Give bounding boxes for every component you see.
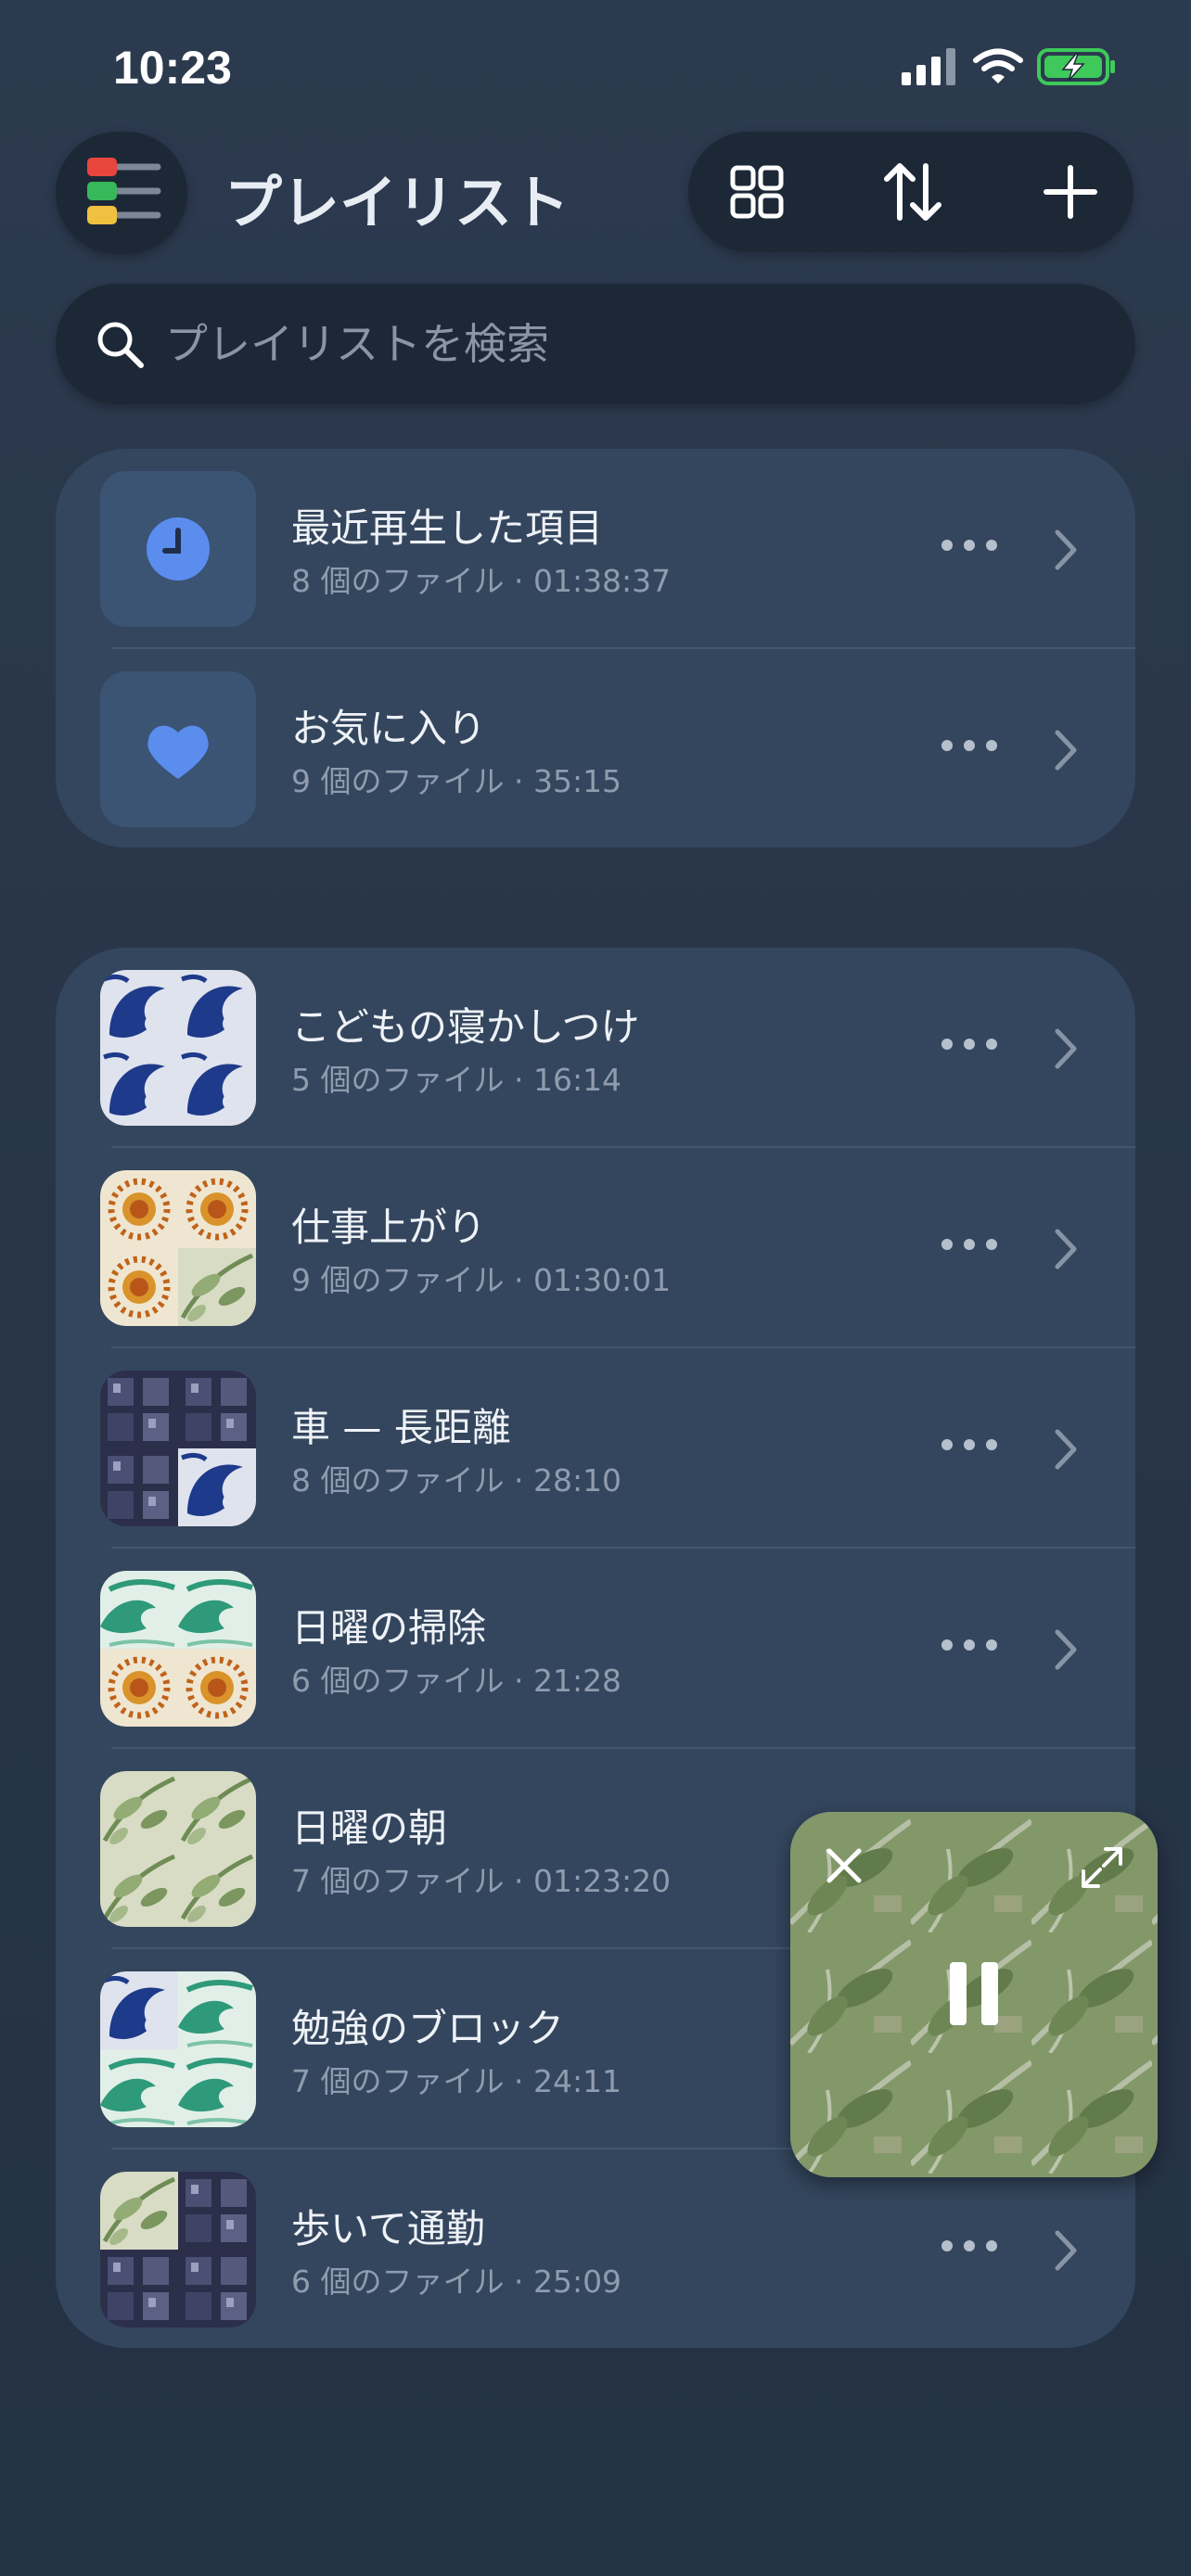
battery-charging-icon [1037, 48, 1115, 85]
list-item[interactable]: 車 — 長距離 8 個のファイル · 28:10 [56, 1348, 1135, 1549]
chevron-right-icon [1055, 529, 1077, 570]
status-bar: 10:23 [0, 0, 1191, 139]
playlist-thumbnail [100, 1771, 256, 1927]
playlist-title: 仕事上がり [291, 1205, 487, 1250]
add-icon[interactable] [1033, 155, 1108, 229]
playlist-menu-icon [87, 158, 161, 224]
chevron-right-icon [1055, 730, 1077, 771]
page-title: プレイリスト [224, 169, 570, 236]
list-item[interactable]: 仕事上がり 9 個のファイル · 01:30:01 [56, 1148, 1135, 1348]
search-input[interactable] [165, 312, 1074, 376]
expand-icon[interactable] [1074, 1840, 1130, 1895]
playlist-title: 最近再生した項目 [291, 505, 604, 551]
playlist-title: 勉強のブロック [291, 2006, 565, 2051]
playlist-thumbnail [100, 970, 256, 1126]
playlist-menu-button[interactable] [56, 132, 187, 254]
more-options-icon[interactable] [932, 1026, 1006, 1063]
playlist-subtitle: 6 個のファイル · 21:28 [291, 1663, 622, 1699]
more-options-icon[interactable] [932, 1426, 1006, 1463]
playlist-title: 歩いて通勤 [291, 2206, 485, 2251]
playlist-title: 車 — 長距離 [291, 1405, 511, 1450]
list-item[interactable]: こどもの寝かしつけ 5 個のファイル · 16:14 [56, 948, 1135, 1148]
chevron-right-icon [1055, 1629, 1077, 1670]
playlist-thumbnail [100, 1170, 256, 1326]
playlist-title: 日曜の朝 [291, 1805, 448, 1851]
playlist-subtitle: 8 個のファイル · 28:10 [291, 1462, 622, 1498]
playlist-title: 日曜の掃除 [291, 1605, 487, 1651]
special-playlists-card: 最近再生した項目 8 個のファイル · 01:38:37 お気に入り 9 個のフ… [56, 449, 1135, 848]
search-icon [97, 322, 144, 368]
playlist-subtitle: 7 個のファイル · 24:11 [291, 2063, 622, 2099]
playlist-title: お気に入り [291, 706, 487, 751]
playlist-subtitle: 6 個のファイル · 25:09 [291, 2264, 622, 2300]
heart-icon [147, 725, 209, 779]
playlist-subtitle: 5 個のファイル · 16:14 [291, 1062, 622, 1098]
playlist-subtitle: 9 個のファイル · 01:30:01 [291, 1262, 672, 1298]
chevron-right-icon [1055, 1429, 1077, 1470]
more-options-icon[interactable] [932, 2227, 1006, 2264]
playlist-subtitle: 9 個のファイル · 35:15 [291, 763, 622, 799]
playlist-thumbnail [100, 1971, 256, 2127]
cellular-signal-icon [902, 48, 955, 85]
chevron-right-icon [1055, 1229, 1077, 1269]
list-item-recent[interactable]: 最近再生した項目 8 個のファイル · 01:38:37 [56, 449, 1135, 649]
more-options-icon[interactable] [932, 1226, 1006, 1263]
chevron-right-icon [1055, 2230, 1077, 2271]
list-item-favorites[interactable]: お気に入り 9 個のファイル · 35:15 [56, 649, 1135, 849]
mini-player[interactable] [790, 1812, 1158, 2177]
list-item[interactable]: 歩いて通勤 6 個のファイル · 25:09 [56, 2149, 1135, 2350]
sort-icon[interactable] [876, 155, 950, 229]
playlist-subtitle: 7 個のファイル · 01:23:20 [291, 1863, 672, 1899]
playlist-thumbnail [100, 471, 256, 627]
wifi-icon [973, 48, 1023, 83]
search-bar [56, 284, 1135, 404]
chevron-right-icon [1055, 1028, 1077, 1069]
pause-icon[interactable] [941, 1955, 1007, 2033]
playlist-thumbnail [100, 1371, 256, 1526]
list-item[interactable]: 日曜の掃除 6 個のファイル · 21:28 [56, 1549, 1135, 1749]
status-time: 10:23 [113, 42, 232, 94]
playlist-thumbnail [100, 1571, 256, 1727]
playlist-subtitle: 8 個のファイル · 01:38:37 [291, 563, 672, 599]
grid-view-icon[interactable] [720, 155, 794, 229]
playlist-thumbnail [100, 2172, 256, 2327]
more-options-icon[interactable] [932, 1626, 1006, 1664]
clock-icon [147, 517, 210, 580]
close-icon[interactable] [818, 1840, 870, 1892]
more-options-icon[interactable] [932, 527, 1006, 564]
playlist-thumbnail [100, 671, 256, 827]
playlist-title: こどもの寝かしつけ [291, 1004, 640, 1050]
more-options-icon[interactable] [932, 727, 1006, 764]
header-toolbar [688, 132, 1133, 252]
